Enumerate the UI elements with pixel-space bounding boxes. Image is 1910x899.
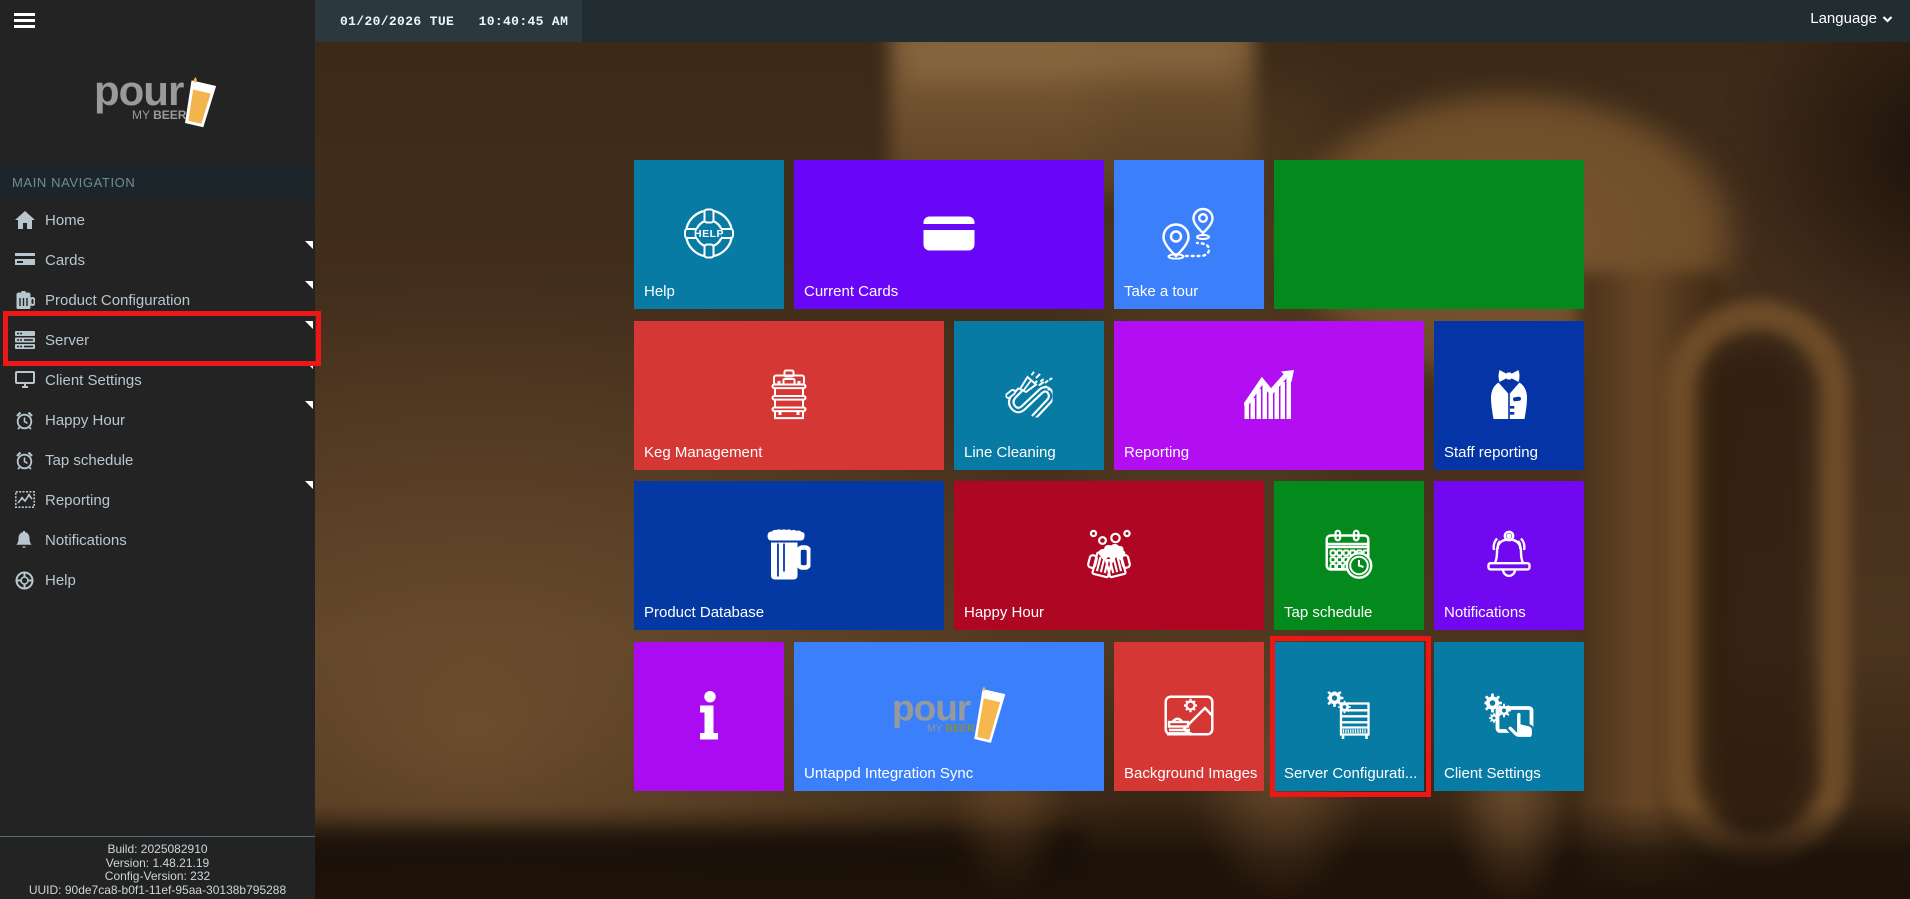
svg-text:HELP: HELP bbox=[694, 228, 724, 240]
svg-text:MY BEER: MY BEER bbox=[927, 723, 975, 735]
svg-text:MY BEER: MY BEER bbox=[132, 108, 187, 122]
